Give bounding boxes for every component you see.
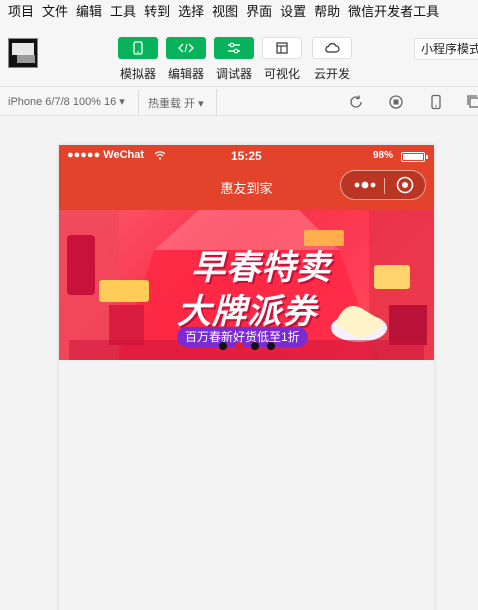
carousel-dot[interactable] [235, 342, 243, 350]
battery-percent: 98% [373, 150, 394, 161]
menu-select[interactable]: 选择 [178, 1, 204, 20]
carrier-label: ●●●●● WeChat [67, 149, 145, 161]
device-select[interactable]: iPhone 6/7/8 100% 16 ▾ [8, 95, 125, 108]
menu-file[interactable]: 文件 [42, 1, 68, 20]
menu-goto[interactable]: 转到 [144, 1, 170, 20]
copy-icon[interactable] [466, 94, 478, 110]
editor-button[interactable] [166, 37, 206, 59]
menu-help[interactable]: 帮助 [314, 1, 340, 20]
capsule-menu [340, 170, 426, 200]
simulator-screen: ●●●●● WeChat 15:25 98% 惠友到家 早春特卖 大牌派券 百万… [59, 145, 434, 610]
hot-reload-toggle[interactable]: 热重载 开 ▾ [148, 95, 204, 111]
status-time: 15:25 [231, 149, 262, 163]
wifi-icon [154, 151, 166, 160]
device-icon[interactable] [428, 94, 444, 110]
banner-title-1: 早春特卖 [191, 249, 331, 287]
banner-title-2: 大牌派券 [177, 293, 317, 331]
battery-icon [401, 152, 428, 162]
close-icon[interactable] [396, 176, 414, 194]
menu-interface[interactable]: 界面 [246, 1, 272, 20]
simulator-bar: iPhone 6/7/8 100% 16 ▾ 热重载 开 ▾ [0, 86, 478, 116]
promo-banner[interactable]: 早春特卖 大牌派券 百万春新好货低至1折 [59, 210, 434, 360]
debug-icon [228, 42, 240, 54]
mode-select[interactable]: 小程序模式 [414, 38, 478, 60]
menu-bar: 项目 文件 编辑 工具 转到 选择 视图 界面 设置 帮助 微信开发者工具 [0, 0, 478, 20]
carousel-dot[interactable] [267, 342, 275, 350]
code-icon [178, 43, 194, 53]
layout-icon [276, 42, 288, 54]
divider [138, 89, 139, 115]
avatar[interactable] [8, 38, 38, 68]
simulator-button[interactable] [118, 37, 158, 59]
stop-icon[interactable] [388, 94, 404, 110]
refresh-icon[interactable] [348, 94, 364, 110]
phone-icon [133, 41, 143, 55]
menu-edit[interactable]: 编辑 [76, 1, 102, 20]
cloud-button[interactable] [312, 37, 352, 59]
menu-project[interactable]: 项目 [8, 1, 34, 20]
toolbar: 模拟器 编辑器 调试器 可视化 云开发 小程序模式 [0, 20, 478, 86]
debugger-button[interactable] [214, 37, 254, 59]
menu-settings[interactable]: 设置 [280, 1, 306, 20]
phone-header: ●●●●● WeChat 15:25 98% 惠友到家 [59, 145, 434, 210]
carousel-dot[interactable] [251, 342, 259, 350]
menu-view[interactable]: 视图 [212, 1, 238, 20]
cloud-icon [325, 43, 340, 53]
more-icon[interactable] [351, 175, 379, 195]
menu-devtools[interactable]: 微信开发者工具 [348, 1, 439, 20]
menu-tools[interactable]: 工具 [110, 1, 136, 20]
visual-button[interactable] [262, 37, 302, 59]
carousel-dot[interactable] [219, 342, 227, 350]
cloud-label: 云开发 [313, 67, 350, 81]
divider [216, 89, 217, 115]
